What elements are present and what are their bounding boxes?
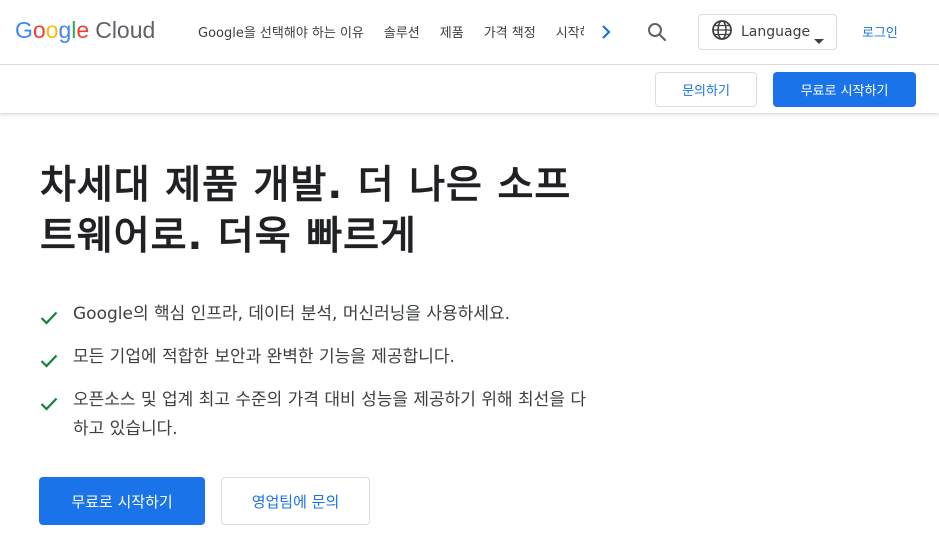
feature-text: Google의 핵심 인프라, 데이터 분석, 머신러닝을 사용하세요. xyxy=(73,304,511,324)
feature-text: 오픈소스 및 업계 최고 수준의 가격 대비 성능을 제공하기 위해 최선을 다… xyxy=(73,390,587,439)
nav-item-products[interactable]: 제품 xyxy=(440,22,464,42)
globe-icon xyxy=(711,19,733,45)
feature-text: 모든 기업에 적합한 보안과 완벽한 기능을 제공합니다. xyxy=(73,347,455,367)
logo-letter: o xyxy=(45,17,59,43)
google-cloud-logo[interactable]: Google Cloud xyxy=(15,17,155,47)
check-icon xyxy=(40,392,58,421)
signin-link[interactable]: 로그인 xyxy=(862,22,898,41)
start-free-button[interactable]: 무료로 시작하기 xyxy=(773,72,916,107)
logo-cloud-text: Cloud xyxy=(95,17,156,43)
logo-letter: o xyxy=(32,17,46,43)
nav-item-pricing[interactable]: 가격 책정 xyxy=(484,22,536,42)
language-label: Language xyxy=(741,24,811,40)
logo-letter: g xyxy=(58,17,72,43)
top-navigation-bar: Google Cloud Google을 선택해야 하는 이유 솔루션 제품 가… xyxy=(0,0,939,65)
feature-item: 오픈소스 및 업계 최고 수준의 가격 대비 성능을 제공하기 위해 최선을 다… xyxy=(40,386,600,444)
search-icon[interactable] xyxy=(643,18,671,46)
nav-item-get-started[interactable]: 시작하기 xyxy=(556,22,584,42)
chevron-right-icon[interactable] xyxy=(598,22,614,42)
logo-letter: G xyxy=(15,17,33,43)
sticky-action-bar: 문의하기 무료로 시작하기 xyxy=(0,65,939,113)
contact-button[interactable]: 문의하기 xyxy=(655,72,757,107)
contact-sales-button[interactable]: 영업팀에 문의 xyxy=(221,477,370,525)
nav-item-solutions[interactable]: 솔루션 xyxy=(384,22,420,42)
language-selector[interactable]: Language xyxy=(698,14,837,50)
feature-list: Google의 핵심 인프라, 데이터 분석, 머신러닝을 사용하세요. 모든 … xyxy=(40,300,600,458)
logo-letter: e xyxy=(76,17,90,43)
hero-start-free-button[interactable]: 무료로 시작하기 xyxy=(39,477,205,525)
feature-item: 모든 기업에 적합한 보안과 완벽한 기능을 제공합니다. xyxy=(40,343,600,372)
nav-item-why-google[interactable]: Google을 선택해야 하는 이유 xyxy=(198,22,364,42)
hero-title: 차세대 제품 개발. 더 나은 소프 트웨어로. 더욱 빠르게 xyxy=(40,160,600,262)
check-icon xyxy=(40,306,58,335)
feature-item: Google의 핵심 인프라, 데이터 분석, 머신러닝을 사용하세요. xyxy=(40,300,600,329)
main-nav: Google을 선택해야 하는 이유 솔루션 제품 가격 책정 시작하기 xyxy=(198,22,588,42)
hero-title-line-1: 차세대 제품 개발. 더 나은 소프 xyxy=(40,163,572,208)
hero-title-line-2: 트웨어로. 더욱 빠르게 xyxy=(40,214,417,259)
caret-down-icon xyxy=(814,30,824,49)
check-icon xyxy=(40,349,58,378)
